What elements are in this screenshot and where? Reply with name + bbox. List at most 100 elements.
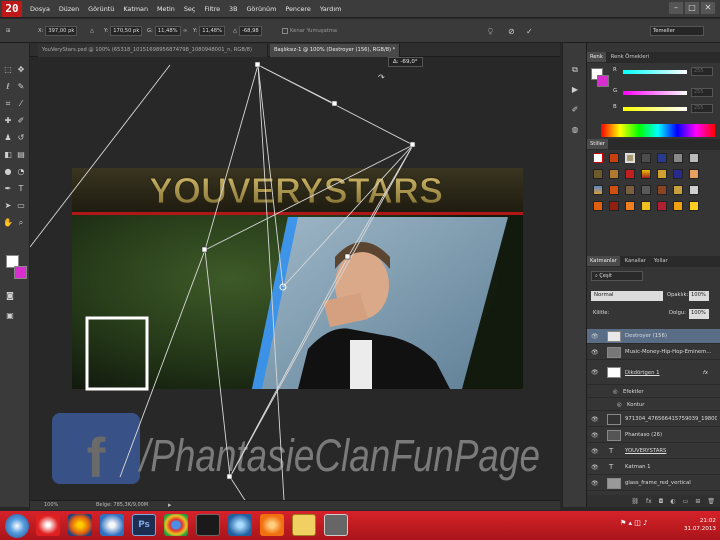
style-swatch[interactable]: [625, 169, 635, 179]
opacity-field[interactable]: 100%: [689, 291, 709, 301]
firefox-icon[interactable]: [68, 514, 92, 536]
quick-select-icon[interactable]: ✎: [16, 82, 26, 92]
blur-tool-icon[interactable]: ●: [3, 167, 13, 177]
clone-stamp-icon[interactable]: ♟: [3, 133, 13, 143]
screen-mode-icon[interactable]: ▣: [5, 311, 15, 321]
eye-icon[interactable]: 👁: [591, 444, 599, 459]
tab-layers[interactable]: Katmanlar: [587, 256, 620, 266]
style-swatch[interactable]: [593, 169, 603, 179]
layer-row-katman-1[interactable]: 👁 T Katman 1: [587, 460, 720, 475]
new-group-icon[interactable]: ▭: [683, 498, 689, 505]
tab-color[interactable]: Renk: [587, 52, 606, 62]
eye-icon[interactable]: 👁: [591, 345, 599, 360]
globe-icon[interactable]: [228, 514, 252, 536]
blue-slider[interactable]: [623, 107, 687, 111]
x-field[interactable]: X: 397,00 pk: [38, 25, 78, 37]
tab-youverystars[interactable]: YouVeryStars.psd @ 100% (65318_101516989…: [38, 44, 268, 57]
h-field[interactable]: Y: 11,48%: [193, 25, 226, 37]
style-swatch[interactable]: [593, 185, 603, 195]
layer-row-youverystars[interactable]: 👁 T YOUVERYSTARS: [587, 444, 720, 459]
media-player-icon[interactable]: [100, 514, 124, 536]
trash-icon[interactable]: 🗑: [707, 498, 715, 505]
red-slider[interactable]: [623, 70, 687, 74]
fx-icon[interactable]: fx: [703, 361, 708, 385]
style-swatch[interactable]: [641, 185, 651, 195]
brush-tool-icon[interactable]: ✐: [16, 116, 26, 126]
menu-help[interactable]: Yardım: [320, 5, 342, 13]
terminal-icon[interactable]: [196, 514, 220, 536]
zoom-level[interactable]: 100%: [44, 502, 58, 508]
monitor-icon[interactable]: [324, 514, 348, 536]
background-color-swatch[interactable]: [14, 266, 27, 279]
move-tool-icon[interactable]: ✥: [16, 65, 26, 75]
layer-row-destroyer[interactable]: 👁 Destroyer (156): [587, 329, 720, 344]
angle-field[interactable]: △ -68,98: [233, 25, 262, 37]
new-layer-icon[interactable]: ⊞: [695, 498, 700, 505]
link-icon[interactable]: ∞: [183, 25, 187, 37]
workspace-select[interactable]: Temeller: [650, 25, 704, 37]
eraser-tool-icon[interactable]: ◧: [3, 150, 13, 160]
minimize-button[interactable]: –: [669, 2, 683, 14]
eye-icon[interactable]: 👁: [591, 361, 599, 385]
clone-source-icon[interactable]: ◍: [570, 125, 580, 135]
status-menu-arrow-icon[interactable]: ▸: [168, 501, 172, 509]
path-select-icon[interactable]: ➤: [3, 201, 13, 211]
zoom-tool-icon[interactable]: ⌕: [16, 218, 26, 228]
style-swatch[interactable]: [673, 153, 683, 163]
antialias-checkbox[interactable]: Kenar Yumuşatma: [282, 25, 337, 37]
style-swatch[interactable]: [657, 153, 667, 163]
commit-transform-icon[interactable]: ✓: [526, 25, 533, 37]
green-value[interactable]: 255: [691, 88, 713, 97]
style-swatch[interactable]: [625, 185, 635, 195]
brush-panel-icon[interactable]: ✐: [570, 105, 580, 115]
layer-row-music-money[interactable]: 👁 Music-Money-Hip-Hop-Eminem...: [587, 345, 720, 360]
layer-row-rectangle[interactable]: 👁 Dikdörtgen 1 fx: [587, 361, 720, 385]
style-swatch[interactable]: [657, 201, 667, 211]
add-mask-icon[interactable]: ◘: [659, 498, 664, 505]
maximize-button[interactable]: □: [685, 2, 699, 14]
style-swatch[interactable]: [673, 201, 683, 211]
type-tool-icon[interactable]: T: [16, 184, 26, 194]
style-swatch[interactable]: [673, 169, 683, 179]
folder-icon[interactable]: [292, 514, 316, 536]
add-style-icon[interactable]: fx: [646, 498, 652, 505]
cancel-transform-icon[interactable]: ⊘: [508, 25, 515, 37]
style-swatch[interactable]: [657, 185, 667, 195]
tab-untitled-1[interactable]: Başlıksız-1 @ 100% (Destroyer (156), RGB…: [270, 44, 400, 57]
yandex-icon[interactable]: [36, 514, 60, 536]
color-spectrum[interactable]: [601, 124, 715, 137]
layer-row-glass-frame[interactable]: 👁 glass_frame_red_vertical: [587, 476, 720, 491]
style-swatch[interactable]: [689, 169, 699, 179]
style-swatch[interactable]: [625, 153, 635, 163]
dodge-tool-icon[interactable]: ◔: [16, 167, 26, 177]
system-clock[interactable]: 21:02 31.07.2013: [684, 517, 716, 533]
chrome-icon[interactable]: [164, 514, 188, 536]
adjustment-icon[interactable]: ◐: [670, 498, 675, 505]
gradient-tool-icon[interactable]: ▤: [16, 150, 26, 160]
photoshop-icon[interactable]: Ps: [132, 514, 156, 536]
menu-image[interactable]: Görüntü: [88, 5, 114, 13]
green-slider[interactable]: [623, 91, 687, 95]
y-field[interactable]: Y: 170,50 pk: [104, 25, 143, 37]
style-swatch[interactable]: [657, 169, 667, 179]
tab-styles[interactable]: Stiller: [587, 139, 608, 149]
crop-tool-icon[interactable]: ⌗: [3, 99, 13, 109]
menu-type[interactable]: Metin: [157, 5, 175, 13]
style-swatch[interactable]: [673, 185, 683, 195]
reference-point-icon[interactable]: ⊞: [6, 25, 10, 37]
blue-value[interactable]: 255: [691, 104, 713, 113]
eye-icon[interactable]: 👁: [591, 329, 599, 344]
layer-filter-select[interactable]: ⌕ Çeşit: [591, 271, 643, 281]
canvas-area[interactable]: YOUVERYSTARS f /PhantasieClanFunPage ∆: …: [30, 57, 560, 500]
layer-row-971304[interactable]: 👁 971304_476566415759039_19800...: [587, 412, 720, 427]
style-swatch[interactable]: [689, 153, 699, 163]
quick-mask-icon[interactable]: ◙: [5, 291, 15, 301]
close-window-button[interactable]: ✕: [701, 2, 715, 14]
menu-edit[interactable]: Düzen: [59, 5, 79, 13]
menu-3d[interactable]: 3B: [229, 5, 237, 13]
style-swatch[interactable]: [609, 169, 619, 179]
eye-icon[interactable]: 👁: [591, 460, 599, 475]
blend-mode-select[interactable]: Normal: [591, 291, 663, 301]
style-swatch[interactable]: [609, 153, 619, 163]
style-swatch[interactable]: [609, 201, 619, 211]
